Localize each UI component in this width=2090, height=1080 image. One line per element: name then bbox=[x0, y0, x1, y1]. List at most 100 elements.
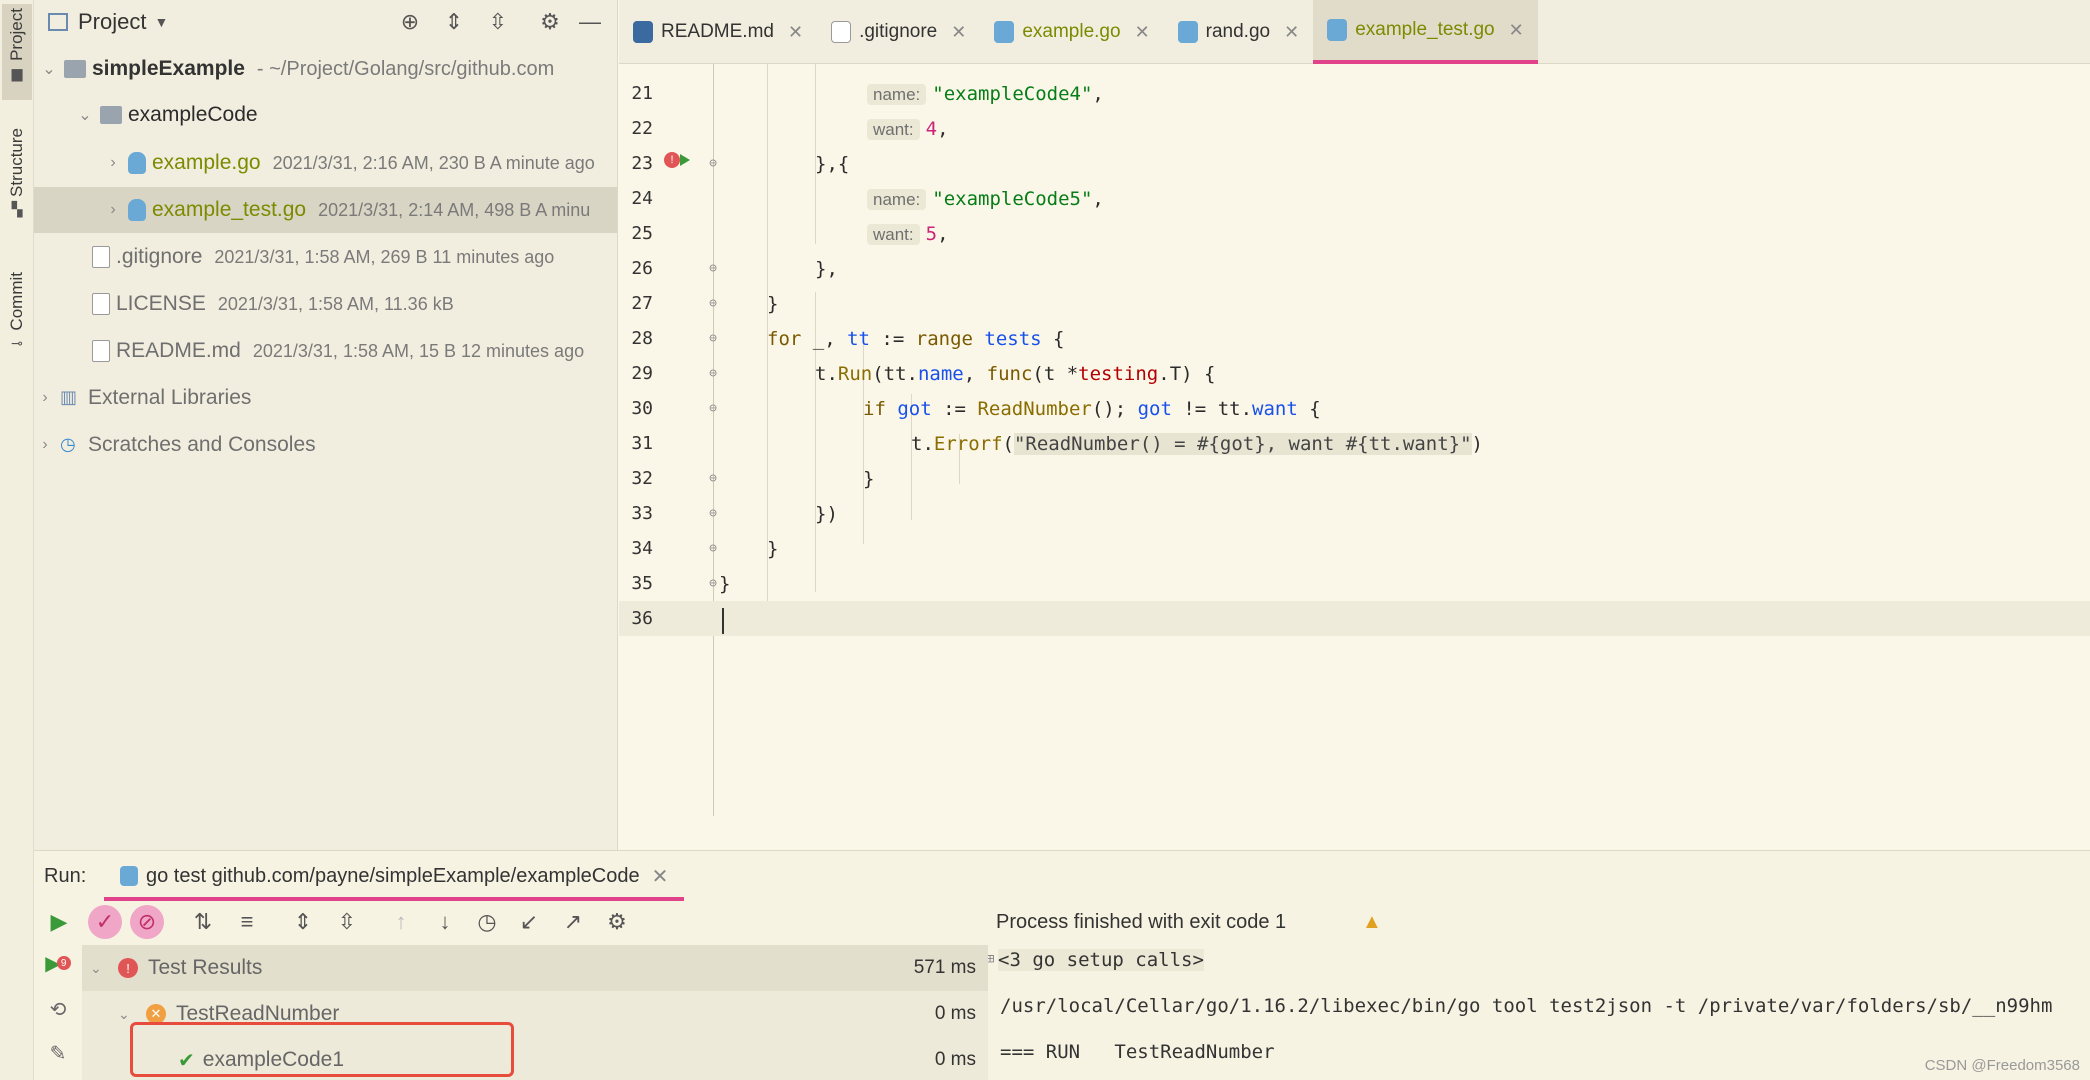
chevron-right-icon[interactable]: › bbox=[102, 201, 124, 219]
code-line[interactable]: 33 ⊖ }) bbox=[619, 496, 2090, 531]
code-line[interactable]: 29 ⊖ t.Run(tt.name, func(t *testing.T) { bbox=[619, 356, 2090, 391]
tab-rand-go[interactable]: rand.go ✕ bbox=[1164, 0, 1314, 64]
tool-tab-commit[interactable]: Commit ⊸ bbox=[2, 272, 32, 352]
fold-icon[interactable]: ⊖ bbox=[704, 505, 722, 523]
close-icon[interactable]: ✕ bbox=[951, 22, 966, 43]
error-icon[interactable]: ! bbox=[664, 152, 680, 168]
code-token: }, bbox=[815, 257, 838, 280]
line-number: 36 bbox=[631, 608, 653, 629]
sort-alpha-icon[interactable]: ⇅ bbox=[186, 905, 220, 939]
line-number: 31 bbox=[631, 433, 653, 454]
export-tests-icon[interactable]: ↗ bbox=[556, 905, 590, 939]
tool-tab-structure[interactable]: Structure ▚ bbox=[2, 128, 32, 218]
fold-icon[interactable]: ⊖ bbox=[704, 330, 722, 348]
fold-icon[interactable]: ⊖ bbox=[704, 365, 722, 383]
tool-tab-project[interactable]: Project ▆ bbox=[2, 4, 32, 100]
code-token: } bbox=[719, 572, 731, 595]
code-line[interactable]: 27 ⊖ } bbox=[619, 286, 2090, 321]
code-line[interactable]: 22 want: 4, bbox=[619, 111, 2090, 146]
previous-failed-icon[interactable]: ↑ bbox=[384, 905, 418, 939]
toggle-auto-test-icon[interactable]: ⟲ bbox=[44, 995, 72, 1023]
code-line[interactable]: 31 t.Errorf("ReadNumber() = #{got}, want… bbox=[619, 426, 2090, 461]
fold-icon[interactable]: ⊖ bbox=[704, 295, 722, 313]
tree-file-gitignore[interactable]: .gitignore 2021/3/31, 1:58 AM, 269 B 11 … bbox=[34, 234, 617, 280]
tree-scratches[interactable]: › ◷ Scratches and Consoles bbox=[34, 422, 617, 468]
fold-icon[interactable]: ⊖ bbox=[704, 470, 722, 488]
line-number: 28 bbox=[631, 328, 653, 349]
sort-duration-icon[interactable]: ≡ bbox=[230, 905, 264, 939]
code-line[interactable]: 28 ⊖ for _, tt := range tests { bbox=[619, 321, 2090, 356]
code-line[interactable]: 21 name: "exampleCode4", bbox=[619, 76, 2090, 111]
tree-file-readme[interactable]: README.md 2021/3/31, 1:58 AM, 15 B 12 mi… bbox=[34, 328, 617, 374]
folder-icon bbox=[64, 60, 86, 78]
project-view-selector[interactable]: Project bbox=[78, 9, 146, 35]
chevron-down-icon[interactable]: ⌄ bbox=[90, 960, 112, 977]
tab-readme[interactable]: README.md ✕ bbox=[619, 0, 817, 64]
tree-folder-examplecode[interactable]: ⌄ exampleCode bbox=[34, 92, 617, 138]
close-icon[interactable]: ✕ bbox=[652, 864, 669, 889]
fold-icon[interactable]: ⊖ bbox=[704, 260, 722, 278]
file-name: example_test.go bbox=[152, 198, 307, 221]
code-line[interactable]: 35 ⊖ } bbox=[619, 566, 2090, 601]
chevron-down-icon[interactable]: ⌄ bbox=[118, 1006, 140, 1023]
tool-tab-project-label: Project bbox=[7, 8, 26, 61]
rerun-icon[interactable]: ▶ bbox=[42, 905, 76, 939]
code-line-current[interactable]: 36 bbox=[619, 601, 2090, 636]
chevron-right-icon[interactable]: › bbox=[34, 436, 56, 454]
gear-icon[interactable]: ⚙ bbox=[534, 6, 566, 38]
code-line[interactable]: 26 ⊖ }, bbox=[619, 251, 2090, 286]
close-icon[interactable]: ✕ bbox=[1509, 20, 1524, 41]
close-icon[interactable]: ✕ bbox=[788, 22, 803, 43]
tree-file-license[interactable]: LICENSE 2021/3/31, 1:58 AM, 11.36 kB bbox=[34, 281, 617, 327]
fold-icon[interactable]: ⊖ bbox=[704, 155, 722, 173]
fold-icon[interactable]: ⊖ bbox=[704, 540, 722, 558]
tab-example-go[interactable]: example.go ✕ bbox=[980, 0, 1163, 64]
tree-root[interactable]: ⌄ simpleExample - ~/Project/Golang/src/g… bbox=[34, 46, 617, 92]
library-icon: ▥ bbox=[60, 387, 78, 407]
code-editor[interactable]: 21 name: "exampleCode4", 22 want: 4, 23 ⊖ … bbox=[619, 64, 2090, 816]
run-gutter-icon[interactable] bbox=[680, 154, 690, 166]
show-ignored-icon[interactable]: ⊘ bbox=[130, 905, 164, 939]
chevron-down-icon[interactable]: ⌄ bbox=[38, 59, 60, 79]
tool-tab-structure-label: Structure bbox=[7, 128, 26, 197]
commit-icon: ⊸ bbox=[11, 334, 23, 351]
locate-icon[interactable]: ⊕ bbox=[394, 6, 426, 38]
collapse-all-icon[interactable]: ⇳ bbox=[482, 6, 514, 38]
history-icon[interactable]: ◷ bbox=[470, 905, 504, 939]
editor-tab-bar: README.md ✕ .gitignore ✕ example.go ✕ ra… bbox=[619, 0, 2090, 64]
chevron-down-icon[interactable]: ⌄ bbox=[74, 105, 96, 125]
import-tests-icon[interactable]: ↙ bbox=[512, 905, 546, 939]
gear-icon[interactable]: ⚙ bbox=[600, 905, 634, 939]
console-line[interactable]: <3 go setup calls> bbox=[998, 949, 1204, 971]
collapse-all-icon[interactable]: ⇳ bbox=[330, 905, 364, 939]
run-config-tab[interactable]: go test github.com/payne/simpleExample/e… bbox=[104, 855, 685, 901]
chevron-right-icon[interactable]: › bbox=[102, 154, 124, 172]
close-icon[interactable]: ✕ bbox=[1284, 22, 1299, 43]
close-icon[interactable]: ✕ bbox=[1135, 22, 1150, 43]
expand-all-icon[interactable]: ⇕ bbox=[286, 905, 320, 939]
project-panel: Project ▼ ⊕ ⇕ ⇳ ⚙ — ⌄ simpleExample - ~/… bbox=[34, 0, 618, 850]
chevron-down-icon[interactable]: ▼ bbox=[154, 14, 168, 30]
code-line[interactable]: 25 want: 5, bbox=[619, 216, 2090, 251]
next-failed-icon[interactable]: ↓ bbox=[428, 905, 462, 939]
tree-file-example-go[interactable]: › example.go 2021/3/31, 2:16 AM, 230 B A… bbox=[34, 140, 617, 186]
expand-icon[interactable]: ⊞ bbox=[988, 951, 994, 967]
code-string: "exampleCode5" bbox=[932, 187, 1093, 210]
code-line[interactable]: 24 name: "exampleCode5", bbox=[619, 181, 2090, 216]
tree-file-example-test-go[interactable]: › example_test.go 2021/3/31, 2:14 AM, 49… bbox=[34, 187, 617, 233]
fold-icon[interactable]: ⊖ bbox=[704, 400, 722, 418]
wrench-icon[interactable]: ✎ bbox=[44, 1039, 72, 1067]
tab-gitignore[interactable]: .gitignore ✕ bbox=[817, 0, 980, 64]
code-line[interactable]: 34 ⊖ } bbox=[619, 531, 2090, 566]
code-line[interactable]: 23 ⊖ },{ bbox=[619, 146, 2090, 181]
hide-icon[interactable]: — bbox=[574, 6, 606, 38]
tab-example-test-go[interactable]: example_test.go ✕ bbox=[1313, 0, 1538, 64]
run-failed-icon[interactable]: ▶ 9 bbox=[44, 949, 72, 977]
test-results-root[interactable]: ⌄ ! Test Results 571 ms bbox=[82, 945, 988, 991]
tree-external-libraries[interactable]: › ▥ External Libraries bbox=[34, 375, 617, 421]
show-passed-icon[interactable]: ✓ bbox=[88, 905, 122, 939]
code-line[interactable]: 30 ⊖ if got := ReadNumber(); got != tt.w… bbox=[619, 391, 2090, 426]
chevron-right-icon[interactable]: › bbox=[34, 389, 56, 407]
expand-all-icon[interactable]: ⇕ bbox=[438, 6, 470, 38]
code-line[interactable]: 32 ⊖ } bbox=[619, 461, 2090, 496]
